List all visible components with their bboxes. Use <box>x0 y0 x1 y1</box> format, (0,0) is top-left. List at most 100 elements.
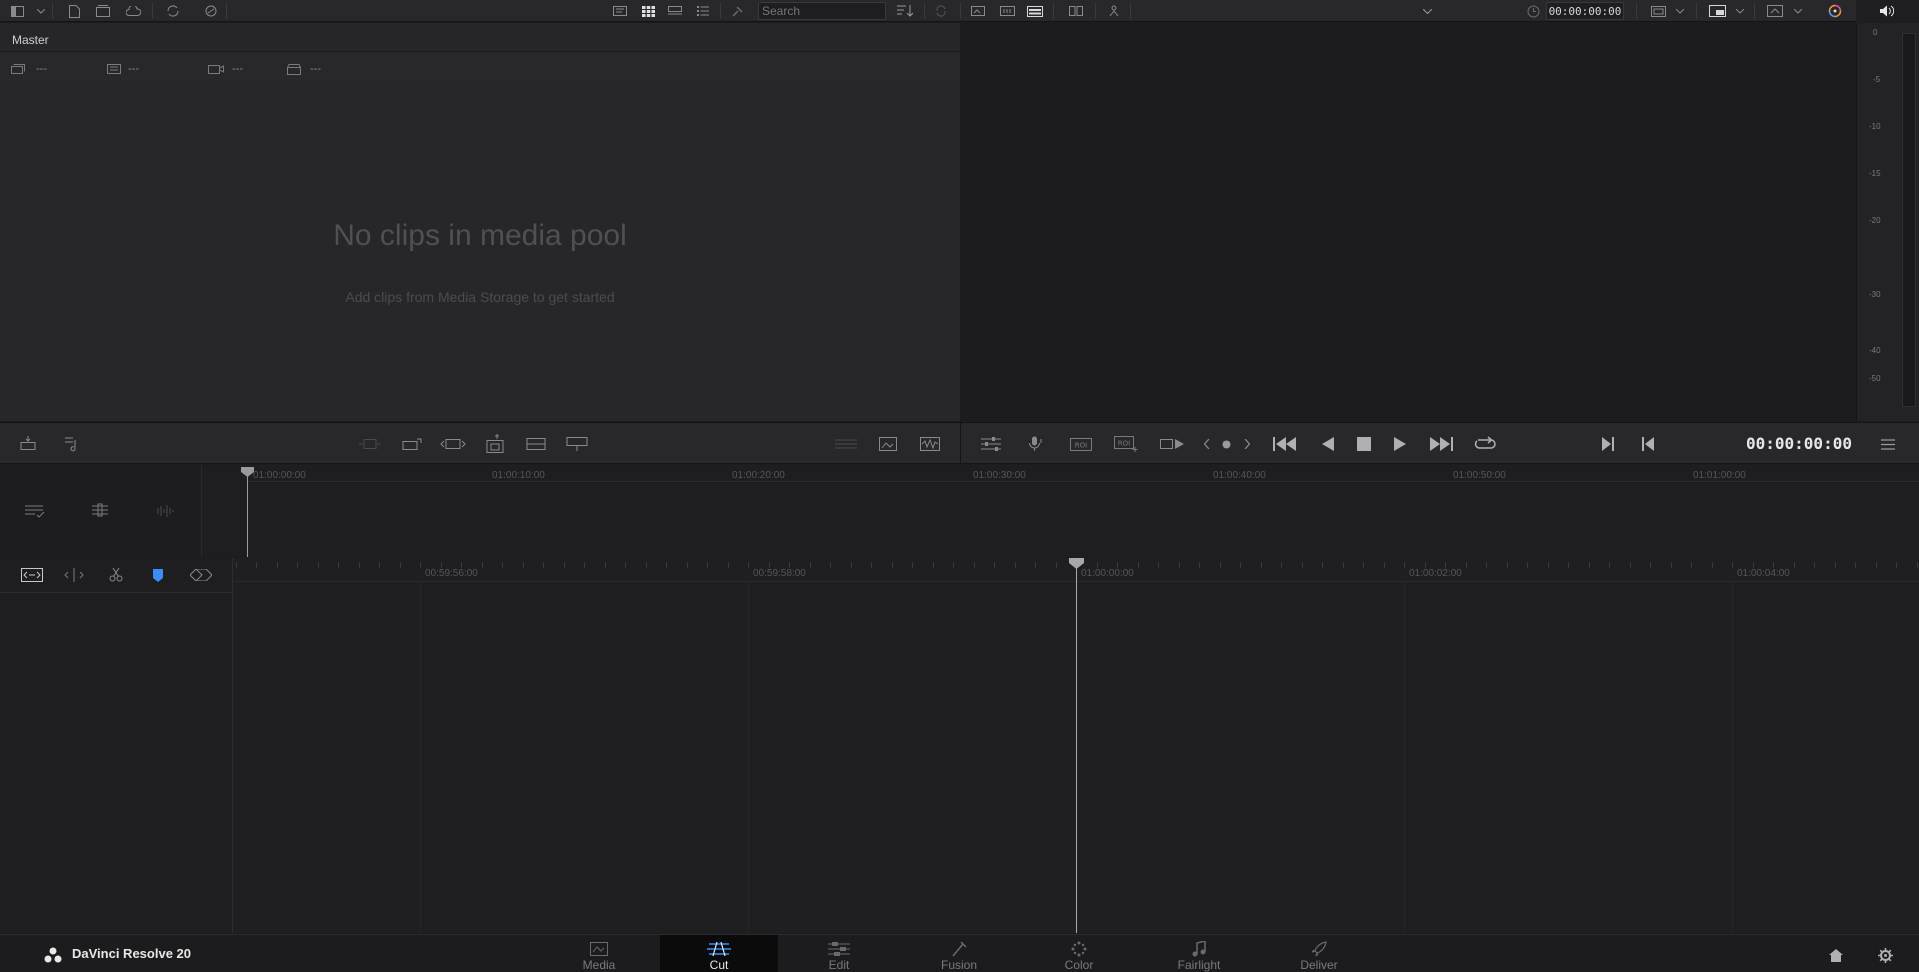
metadata-field-3: --- <box>232 63 243 75</box>
lower-playhead[interactable] <box>1076 562 1077 933</box>
slip-tool-icon[interactable] <box>62 565 86 585</box>
audio-waveform-icon[interactable] <box>916 435 944 453</box>
stop-icon[interactable] <box>1354 434 1374 454</box>
audio-track-view-icon[interactable] <box>832 435 860 453</box>
empty-pool-title: No clips in media pool <box>333 219 627 252</box>
timeline-actions-icon[interactable] <box>20 501 50 521</box>
upper-ruler[interactable]: 01:00:00:00 01:00:10:00 01:00:20:00 01:0… <box>241 465 1919 557</box>
skip-to-start-icon[interactable] <box>1270 434 1300 454</box>
settings-gear-icon[interactable] <box>1875 945 1895 965</box>
page-tab-fairlight[interactable]: Fairlight <box>1140 935 1258 972</box>
ruler-tick <box>646 562 647 568</box>
marker-dot-icon[interactable] <box>1219 435 1233 453</box>
trim-tool-icon[interactable] <box>20 565 44 585</box>
microphone-icon[interactable] <box>1024 435 1046 453</box>
sync-icon[interactable] <box>932 3 950 19</box>
place-on-top-icon[interactable] <box>522 435 550 453</box>
adjust-sliders-icon[interactable] <box>978 435 1004 453</box>
prev-clip-chevron-icon[interactable] <box>1200 435 1214 453</box>
close-up-icon[interactable] <box>481 433 509 455</box>
viewer-single-icon[interactable] <box>968 3 988 19</box>
page-tab-deliver[interactable]: Deliver <box>1260 935 1378 972</box>
ruler-label: 01:00:50:00 <box>1453 470 1506 481</box>
timeline-audio-icon[interactable] <box>152 501 182 521</box>
relink-icon[interactable] <box>164 3 182 19</box>
color-wheel-icon[interactable] <box>1826 2 1844 20</box>
import-media-icon[interactable] <box>16 435 40 453</box>
page-tab-color[interactable]: Color <box>1020 935 1138 972</box>
transport-timecode[interactable]: 00:00:00:00 <box>1746 434 1852 453</box>
ripple-overwrite-icon[interactable] <box>439 435 467 453</box>
meter-label: 0 <box>1873 28 1878 37</box>
roi-add-icon[interactable]: ROI <box>1112 435 1140 453</box>
speaker-icon[interactable] <box>1878 3 1896 19</box>
source-tape-icon[interactable] <box>997 3 1017 19</box>
person-icon[interactable] <box>1105 3 1123 19</box>
append-icon[interactable] <box>398 435 426 453</box>
safe-area-chevron-icon[interactable] <box>1674 3 1686 19</box>
ruler-tick <box>1835 562 1836 568</box>
scissors-icon[interactable] <box>104 565 128 585</box>
new-bin-icon[interactable] <box>66 3 82 19</box>
loop-icon[interactable] <box>1472 434 1498 454</box>
ruler-tick <box>1650 562 1651 568</box>
lower-playhead-handle-icon[interactable] <box>1069 558 1084 569</box>
ruler-tick <box>1855 562 1856 568</box>
lower-timeline-track-area[interactable]: 00:59:56:00 00:59:58:00 01:00:00:00 01:0… <box>234 558 1919 933</box>
ruler-tick <box>359 562 360 568</box>
sidebar-toggle-icon[interactable] <box>8 3 26 19</box>
mark-in-icon[interactable] <box>1598 434 1618 454</box>
marker-flag-icon[interactable] <box>146 565 170 585</box>
transitions-icon[interactable] <box>188 565 214 585</box>
ruler-label: 01:00:02:00 <box>1409 568 1462 579</box>
cut-page-icon <box>707 941 731 957</box>
video-thumbnail-icon[interactable] <box>874 435 902 453</box>
viewer-timecode-field[interactable]: 00:00:00:00 <box>1546 2 1624 20</box>
bin-name[interactable]: Master <box>12 33 49 47</box>
link-icon[interactable] <box>202 3 220 19</box>
play-around-icon[interactable] <box>1158 435 1186 453</box>
metadata-view-icon[interactable] <box>611 3 629 19</box>
timeline-view-icon[interactable] <box>1025 3 1045 19</box>
thumbnail-view-icon[interactable] <box>639 3 657 19</box>
page-tab-fusion[interactable]: Fusion <box>900 935 1018 972</box>
viewer-panel[interactable] <box>961 23 1855 421</box>
transform-chevron-icon[interactable] <box>1792 3 1804 19</box>
timeline-sync-icon[interactable] <box>86 501 116 521</box>
upper-playhead[interactable] <box>247 471 248 557</box>
roi-icon[interactable]: ROI <box>1068 435 1094 453</box>
mark-out-icon[interactable] <box>1638 434 1658 454</box>
viewer-mode-chevron-icon[interactable] <box>1734 3 1746 19</box>
page-tab-media[interactable]: Media <box>540 935 658 972</box>
transform-icon[interactable] <box>1764 3 1786 19</box>
search-icon[interactable] <box>730 3 746 19</box>
meter-bar <box>1902 33 1916 407</box>
page-tab-edit[interactable]: Edit <box>780 935 898 972</box>
ruler-label: 00:59:58:00 <box>753 568 806 579</box>
dual-viewer-icon[interactable] <box>1066 3 1086 19</box>
ruler-tick <box>338 562 339 568</box>
search-input[interactable] <box>758 2 886 20</box>
ruler-tick <box>933 562 934 568</box>
hamburger-menu-icon[interactable] <box>1878 434 1898 454</box>
new-smart-bin-icon[interactable] <box>94 3 112 19</box>
viewer-mode-icon[interactable] <box>1706 3 1728 19</box>
source-overwrite-icon[interactable] <box>563 435 591 453</box>
viewer-dropdown-chevron-icon[interactable] <box>1420 3 1434 19</box>
page-tab-cut[interactable]: Cut <box>660 935 778 972</box>
play-icon[interactable] <box>1390 434 1410 454</box>
upper-playhead-handle-icon[interactable] <box>241 467 254 477</box>
ruler-tick <box>502 562 503 568</box>
chevron-down-icon[interactable] <box>36 3 46 19</box>
home-icon[interactable] <box>1826 945 1846 965</box>
play-reverse-icon[interactable] <box>1318 434 1338 454</box>
next-clip-chevron-icon[interactable] <box>1240 435 1254 453</box>
smart-insert-icon[interactable] <box>356 435 384 453</box>
list-view-icon[interactable] <box>694 3 712 19</box>
import-audio-icon[interactable] <box>60 435 84 453</box>
skip-to-end-icon[interactable] <box>1426 434 1456 454</box>
safe-area-icon[interactable] <box>1648 3 1668 19</box>
sort-icon[interactable] <box>895 3 915 19</box>
cloud-icon[interactable] <box>124 3 142 19</box>
filmstrip-view-icon[interactable] <box>666 3 684 19</box>
